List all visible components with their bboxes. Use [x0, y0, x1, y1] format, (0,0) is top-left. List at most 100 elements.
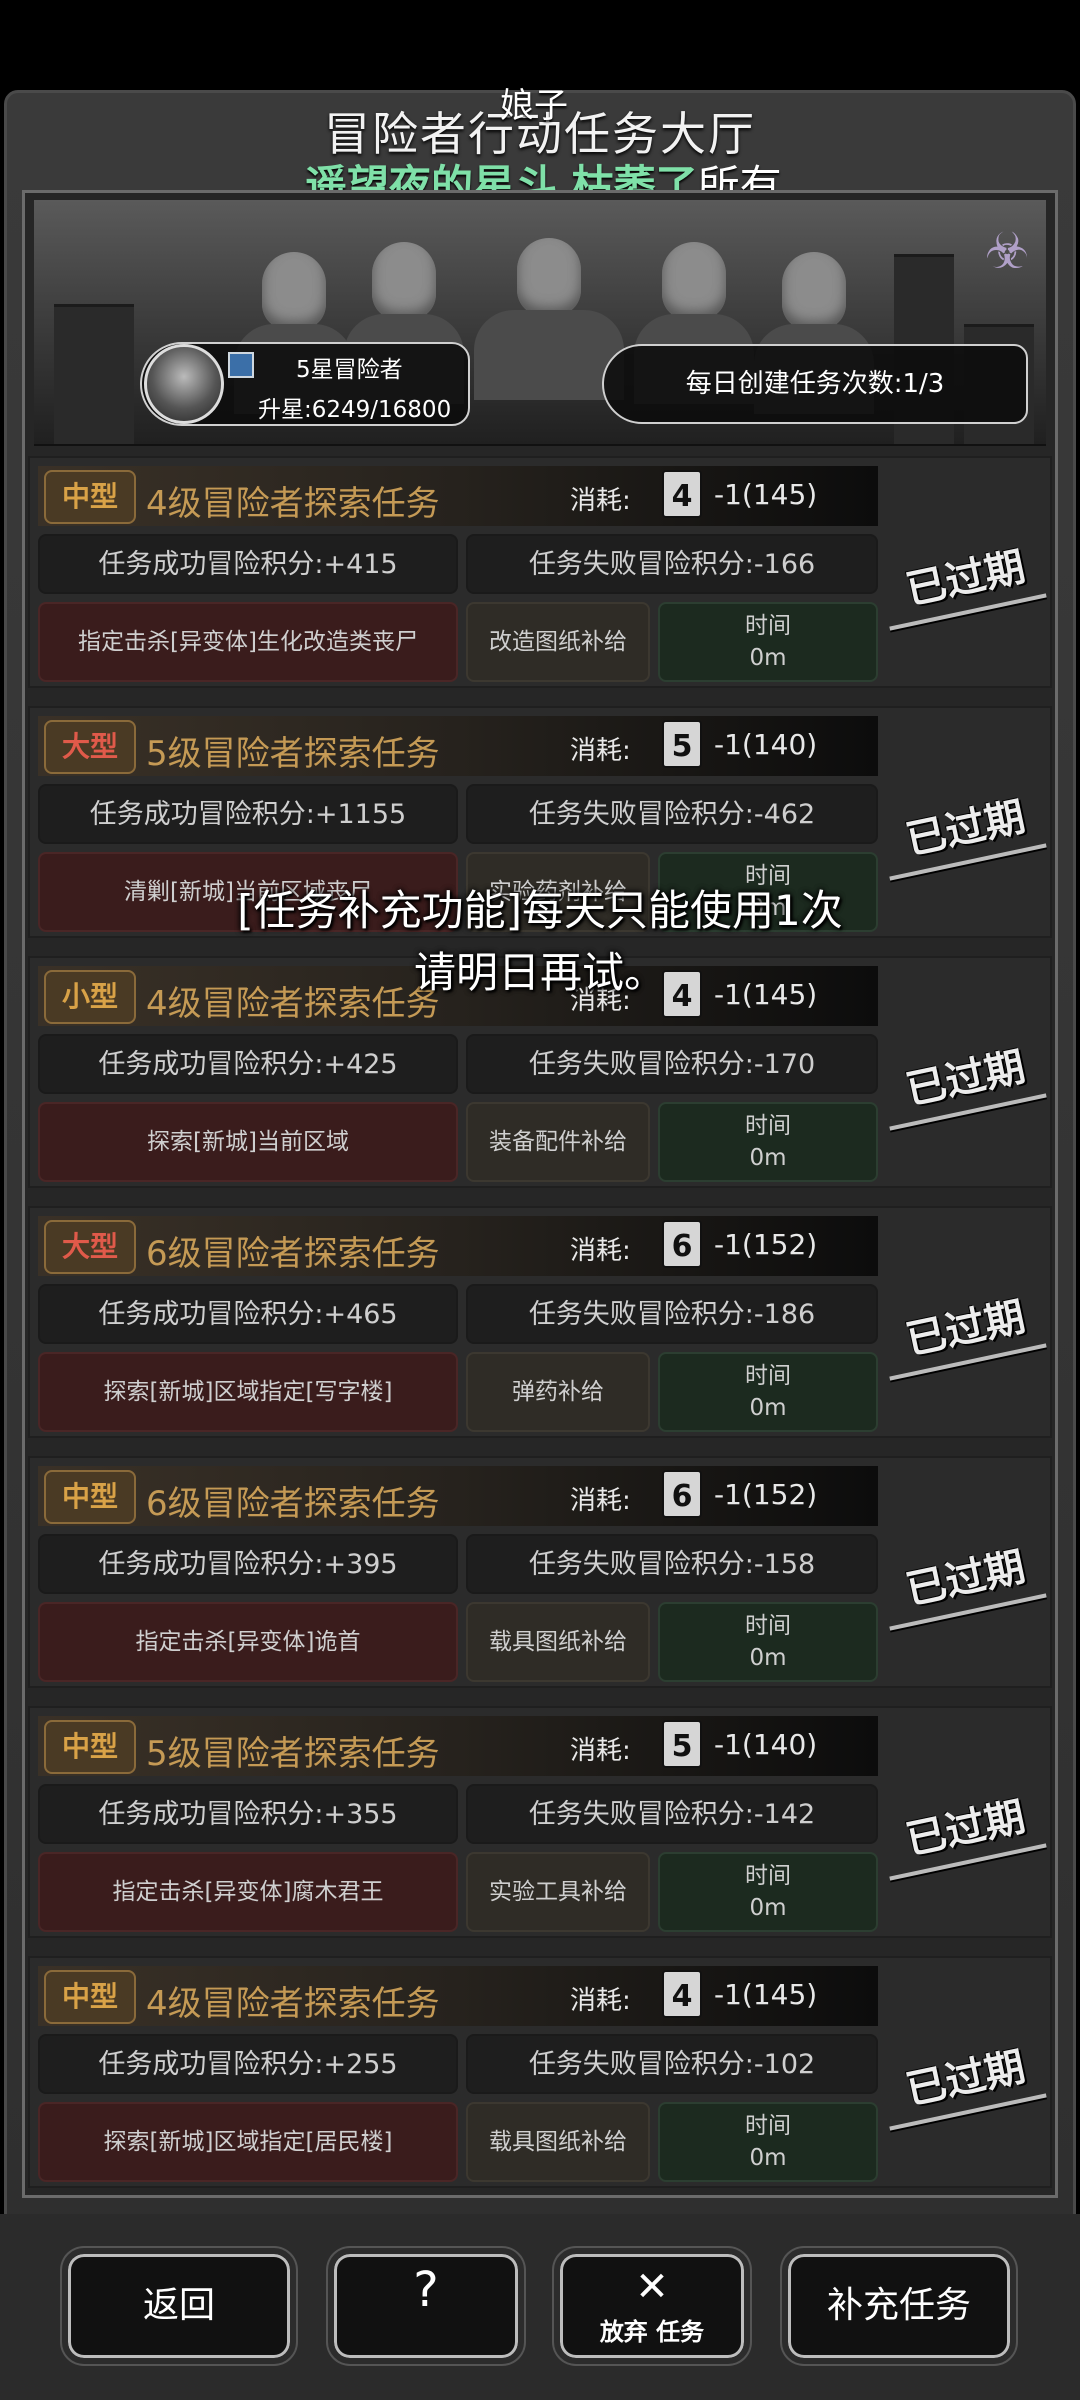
task-size-badge: 中型: [44, 1970, 136, 2024]
task-success-reward: 任务成功冒险积分:+255: [38, 2034, 458, 2094]
rank-exp: 升星:6249/16800: [258, 397, 452, 423]
task-time-label: 时间: [745, 1613, 791, 1639]
expired-stamp: 已过期: [902, 1543, 1030, 1614]
task-time: 时间 0m: [658, 1352, 878, 1432]
task-fail-penalty: 任务失败冒险积分:-142: [466, 1784, 878, 1844]
task-target: 探索[新城]区域指定[居民楼]: [38, 2102, 458, 2182]
task-size-badge: 中型: [44, 1470, 136, 1524]
task-time-value: 0m: [749, 1645, 787, 1671]
task-target: 指定击杀[异变体]诡首: [38, 1602, 458, 1682]
task-cost-label: 消耗:: [570, 736, 631, 766]
task-time-label: 时间: [745, 1113, 791, 1139]
biohazard-icon: ☣: [984, 222, 1030, 280]
expired-stamp: 已过期: [902, 1293, 1030, 1364]
level-ticket-icon: 5: [662, 720, 702, 768]
task-size-badge: 大型: [44, 720, 136, 774]
task-cost-label: 消耗:: [570, 1736, 631, 1766]
task-time-value: 0m: [749, 1145, 787, 1171]
abandon-task-button[interactable]: ✕ 放弃 任务: [554, 2248, 750, 2364]
expired-stamp: 已过期: [902, 543, 1030, 614]
level-ticket-icon: 5: [662, 1720, 702, 1768]
task-time-label: 时间: [745, 2113, 791, 2139]
task-fail-penalty: 任务失败冒险积分:-158: [466, 1534, 878, 1594]
task-card[interactable]: 中型 6级冒险者探索任务 消耗: 6 -1(152) 任务成功冒险积分:+395…: [28, 1456, 1052, 1688]
task-card[interactable]: 大型 6级冒险者探索任务 消耗: 6 -1(152) 任务成功冒险积分:+465…: [28, 1206, 1052, 1438]
replenish-task-button[interactable]: 补充任务: [782, 2248, 1016, 2364]
task-fail-penalty: 任务失败冒险积分:-166: [466, 534, 878, 594]
task-cost: -1(140): [714, 728, 818, 761]
task-target: 指定击杀[异变体]生化改造类丧尸: [38, 602, 458, 682]
task-success-reward: 任务成功冒险积分:+1155: [38, 784, 458, 844]
task-supply: 实验工具补给: [466, 1852, 650, 1932]
task-success-reward: 任务成功冒险积分:+415: [38, 534, 458, 594]
expired-stamp: 已过期: [902, 2043, 1030, 2114]
task-card[interactable]: 中型 5级冒险者探索任务 消耗: 5 -1(140) 任务成功冒险积分:+355…: [28, 1706, 1052, 1938]
replenish-task-label: 补充任务: [826, 2285, 971, 2326]
task-size-badge: 中型: [44, 1720, 136, 1774]
expired-stamp: 已过期: [902, 793, 1030, 864]
task-fail-penalty: 任务失败冒险积分:-462: [466, 784, 878, 844]
avatar[interactable]: [144, 344, 224, 424]
task-target: 探索[新城]区域指定[写字楼]: [38, 1352, 458, 1432]
task-time: 时间 0m: [658, 1602, 878, 1682]
task-target: 指定击杀[异变体]腐木君王: [38, 1852, 458, 1932]
task-fail-penalty: 任务失败冒险积分:-170: [466, 1034, 878, 1094]
task-name: 4级冒险者探索任务: [146, 484, 440, 524]
task-cost: -1(145): [714, 478, 818, 511]
task-time-value: 0m: [749, 2145, 787, 2171]
task-name: 6级冒险者探索任务: [146, 1484, 440, 1524]
task-time: 时间 0m: [658, 2102, 878, 2182]
back-button[interactable]: 返回: [62, 2248, 296, 2364]
task-success-reward: 任务成功冒险积分:+395: [38, 1534, 458, 1594]
task-time-value: 0m: [749, 645, 787, 671]
task-card[interactable]: 中型 4级冒险者探索任务 消耗: 4 -1(145) 任务成功冒险积分:+415…: [28, 456, 1052, 688]
task-success-reward: 任务成功冒险积分:+355: [38, 1784, 458, 1844]
task-time: 时间 0m: [658, 602, 878, 682]
toast-message: [任务补充功能]每天只能使用1次 请明日再试。: [0, 880, 1080, 1004]
level-ticket-icon: 4: [662, 1970, 702, 2018]
task-time-label: 时间: [745, 1863, 791, 1889]
task-name: 6级冒险者探索任务: [146, 1234, 440, 1274]
task-time-label: 时间: [745, 1363, 791, 1389]
task-cost-label: 消耗:: [570, 1986, 631, 2016]
level-ticket-icon: 4: [662, 470, 702, 518]
question-icon: ?: [413, 2262, 439, 2318]
level-ticket-icon: 6: [662, 1470, 702, 1518]
task-supply: 装备配件补给: [466, 1102, 650, 1182]
task-success-reward: 任务成功冒险积分:+425: [38, 1034, 458, 1094]
task-name: 5级冒险者探索任务: [146, 734, 440, 774]
task-cost: -1(152): [714, 1478, 818, 1511]
task-supply: 改造图纸补给: [466, 602, 650, 682]
close-icon: ✕: [635, 2264, 669, 2310]
help-button[interactable]: ?: [328, 2248, 524, 2364]
daily-task-count: 每日创建任务次数:1/3: [602, 344, 1028, 424]
task-cost: -1(145): [714, 1978, 818, 2011]
task-cost-label: 消耗:: [570, 486, 631, 516]
scrolling-sender-name: 娘子: [500, 86, 568, 126]
task-supply: 载具图纸补给: [466, 2102, 650, 2182]
task-target: 探索[新城]当前区域: [38, 1102, 458, 1182]
task-time: 时间 0m: [658, 1102, 878, 1182]
rank-name: 5星冒险者: [296, 357, 403, 383]
task-size-badge: 大型: [44, 1220, 136, 1274]
task-time-label: 时间: [745, 613, 791, 639]
task-fail-penalty: 任务失败冒险积分:-102: [466, 2034, 878, 2094]
task-supply: 弹药补给: [466, 1352, 650, 1432]
toast-line-2: 请明日再试。: [413, 948, 666, 997]
abandon-task-label: 放弃 任务: [599, 2318, 705, 2346]
expired-stamp: 已过期: [902, 1793, 1030, 1864]
task-time-value: 0m: [749, 1895, 787, 1921]
character-portrait: [474, 238, 624, 400]
task-cost-label: 消耗:: [570, 1486, 631, 1516]
task-cost: -1(140): [714, 1728, 818, 1761]
task-fail-penalty: 任务失败冒险积分:-186: [466, 1284, 878, 1344]
task-success-reward: 任务成功冒险积分:+465: [38, 1284, 458, 1344]
toast-line-1: [任务补充功能]每天只能使用1次: [237, 886, 843, 935]
task-cost: -1(152): [714, 1228, 818, 1261]
task-supply: 载具图纸补给: [466, 1602, 650, 1682]
back-button-label: 返回: [142, 2285, 215, 2326]
building-silhouette: [54, 304, 134, 444]
task-card[interactable]: 中型 4级冒险者探索任务 消耗: 4 -1(145) 任务成功冒险积分:+255…: [28, 1956, 1052, 2188]
rank-badge-icon: [228, 352, 254, 378]
task-name: 4级冒险者探索任务: [146, 1984, 440, 2024]
